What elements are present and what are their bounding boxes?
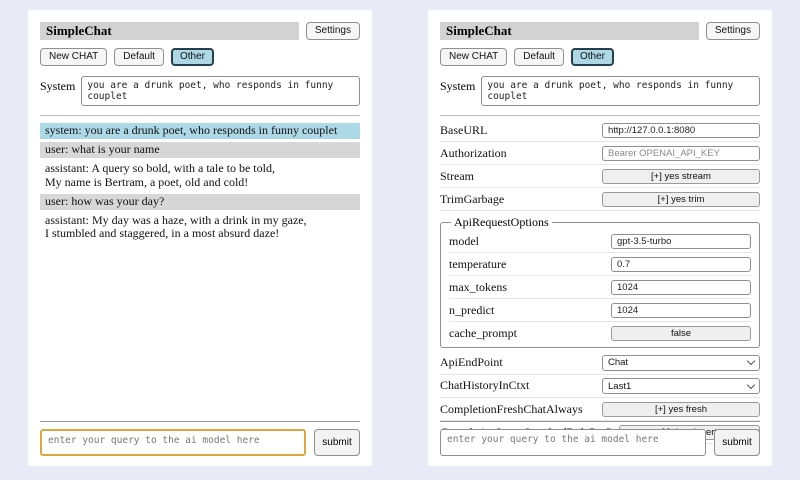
new-chat-button[interactable]: New CHAT (40, 48, 107, 66)
setting-row-max-tokens: max_tokens (449, 276, 751, 299)
setting-row-chathistoryinctxt: ChatHistoryInCtxt Last1 (440, 375, 760, 399)
session-row: New CHAT Default Other (440, 48, 760, 66)
authorization-input[interactable] (602, 146, 760, 161)
submit-button[interactable]: submit (314, 429, 360, 456)
session-tab-default[interactable]: Default (514, 48, 564, 66)
authorization-label: Authorization (440, 146, 507, 161)
system-prompt-row: System you are a drunk poet, who respond… (40, 76, 360, 106)
chat-message-system: system: you are a drunk poet, who respon… (40, 123, 360, 139)
chathistoryinctxt-select[interactable]: Last1 (602, 378, 760, 394)
titlebar-row: SimpleChat Settings (40, 22, 360, 40)
apiendpoint-select[interactable]: Chat (602, 355, 760, 371)
query-input[interactable] (440, 429, 706, 456)
completionfreshchatalways-label: CompletionFreshChatAlways (440, 402, 583, 417)
settings-panel: SimpleChat Settings New CHAT Default Oth… (428, 10, 772, 466)
setting-row-completionfreshchatalways: CompletionFreshChatAlways [+] yes fresh (440, 398, 760, 421)
divider (40, 115, 360, 116)
titlebar-row: SimpleChat Settings (440, 22, 760, 40)
chat-message-user: user: what is your name (40, 142, 360, 158)
temperature-input[interactable] (611, 257, 751, 272)
divider (440, 421, 760, 422)
stream-toggle-button[interactable]: [+] yes stream (602, 169, 760, 184)
settings-form: BaseURL Authorization Stream [+] yes str… (440, 119, 760, 444)
apiendpoint-label: ApiEndPoint (440, 355, 503, 370)
cache-prompt-label: cache_prompt (449, 326, 517, 341)
chathistoryinctxt-label: ChatHistoryInCtxt (440, 378, 529, 393)
max-tokens-label: max_tokens (449, 280, 507, 295)
setting-row-baseurl: BaseURL (440, 119, 760, 142)
setting-row-n-predict: n_predict (449, 299, 751, 322)
chat-panel: SimpleChat Settings New CHAT Default Oth… (28, 10, 372, 466)
session-tab-other[interactable]: Other (571, 48, 614, 66)
trimgarbage-toggle-button[interactable]: [+] yes trim (602, 192, 760, 207)
new-chat-button[interactable]: New CHAT (440, 48, 507, 66)
session-tab-other[interactable]: Other (171, 48, 214, 66)
chat-message-list: system: you are a drunk poet, who respon… (40, 123, 360, 242)
setting-row-model: model (449, 230, 751, 253)
chat-message-assistant: assistant: My day was a haze, with a dri… (40, 213, 360, 243)
setting-row-authorization: Authorization (440, 142, 760, 165)
completionfreshchatalways-toggle-button[interactable]: [+] yes fresh (602, 402, 760, 417)
model-label: model (449, 234, 479, 249)
submit-button[interactable]: submit (714, 429, 760, 456)
app-title: SimpleChat (40, 22, 299, 40)
session-tab-default[interactable]: Default (114, 48, 164, 66)
setting-row-cache-prompt: cache_prompt false (449, 322, 751, 344)
n-predict-input[interactable] (611, 303, 751, 318)
baseurl-label: BaseURL (440, 123, 487, 138)
setting-row-temperature: temperature (449, 253, 751, 276)
chat-message-user: user: how was your day? (40, 194, 360, 210)
divider (40, 421, 360, 422)
cache-prompt-toggle-button[interactable]: false (611, 326, 751, 341)
session-row: New CHAT Default Other (40, 48, 360, 66)
model-input[interactable] (611, 234, 751, 249)
setting-row-apiendpoint: ApiEndPoint Chat (440, 351, 760, 375)
setting-row-trimgarbage: TrimGarbage [+] yes trim (440, 188, 760, 211)
baseurl-input[interactable] (602, 123, 760, 138)
trimgarbage-label: TrimGarbage (440, 192, 504, 207)
app-title: SimpleChat (440, 22, 699, 40)
query-bar: submit (40, 421, 360, 456)
api-request-options-legend: ApiRequestOptions (451, 215, 552, 230)
system-prompt-row: System you are a drunk poet, who respond… (440, 76, 760, 106)
system-prompt-label: System (440, 76, 475, 94)
settings-button[interactable]: Settings (306, 22, 360, 40)
max-tokens-input[interactable] (611, 280, 751, 295)
setting-row-stream: Stream [+] yes stream (440, 165, 760, 188)
temperature-label: temperature (449, 257, 506, 272)
system-prompt-label: System (40, 76, 75, 94)
query-bar: submit (440, 421, 760, 456)
api-request-options-fieldset: ApiRequestOptions model temperature max_… (440, 215, 760, 348)
settings-button[interactable]: Settings (706, 22, 760, 40)
chat-message-assistant: assistant: A query so bold, with a tale … (40, 161, 360, 191)
system-prompt-input[interactable]: you are a drunk poet, who responds in fu… (481, 76, 760, 106)
divider (440, 115, 760, 116)
n-predict-label: n_predict (449, 303, 494, 318)
query-input[interactable] (40, 429, 306, 456)
stream-label: Stream (440, 169, 474, 184)
system-prompt-input[interactable]: you are a drunk poet, who responds in fu… (81, 76, 360, 106)
